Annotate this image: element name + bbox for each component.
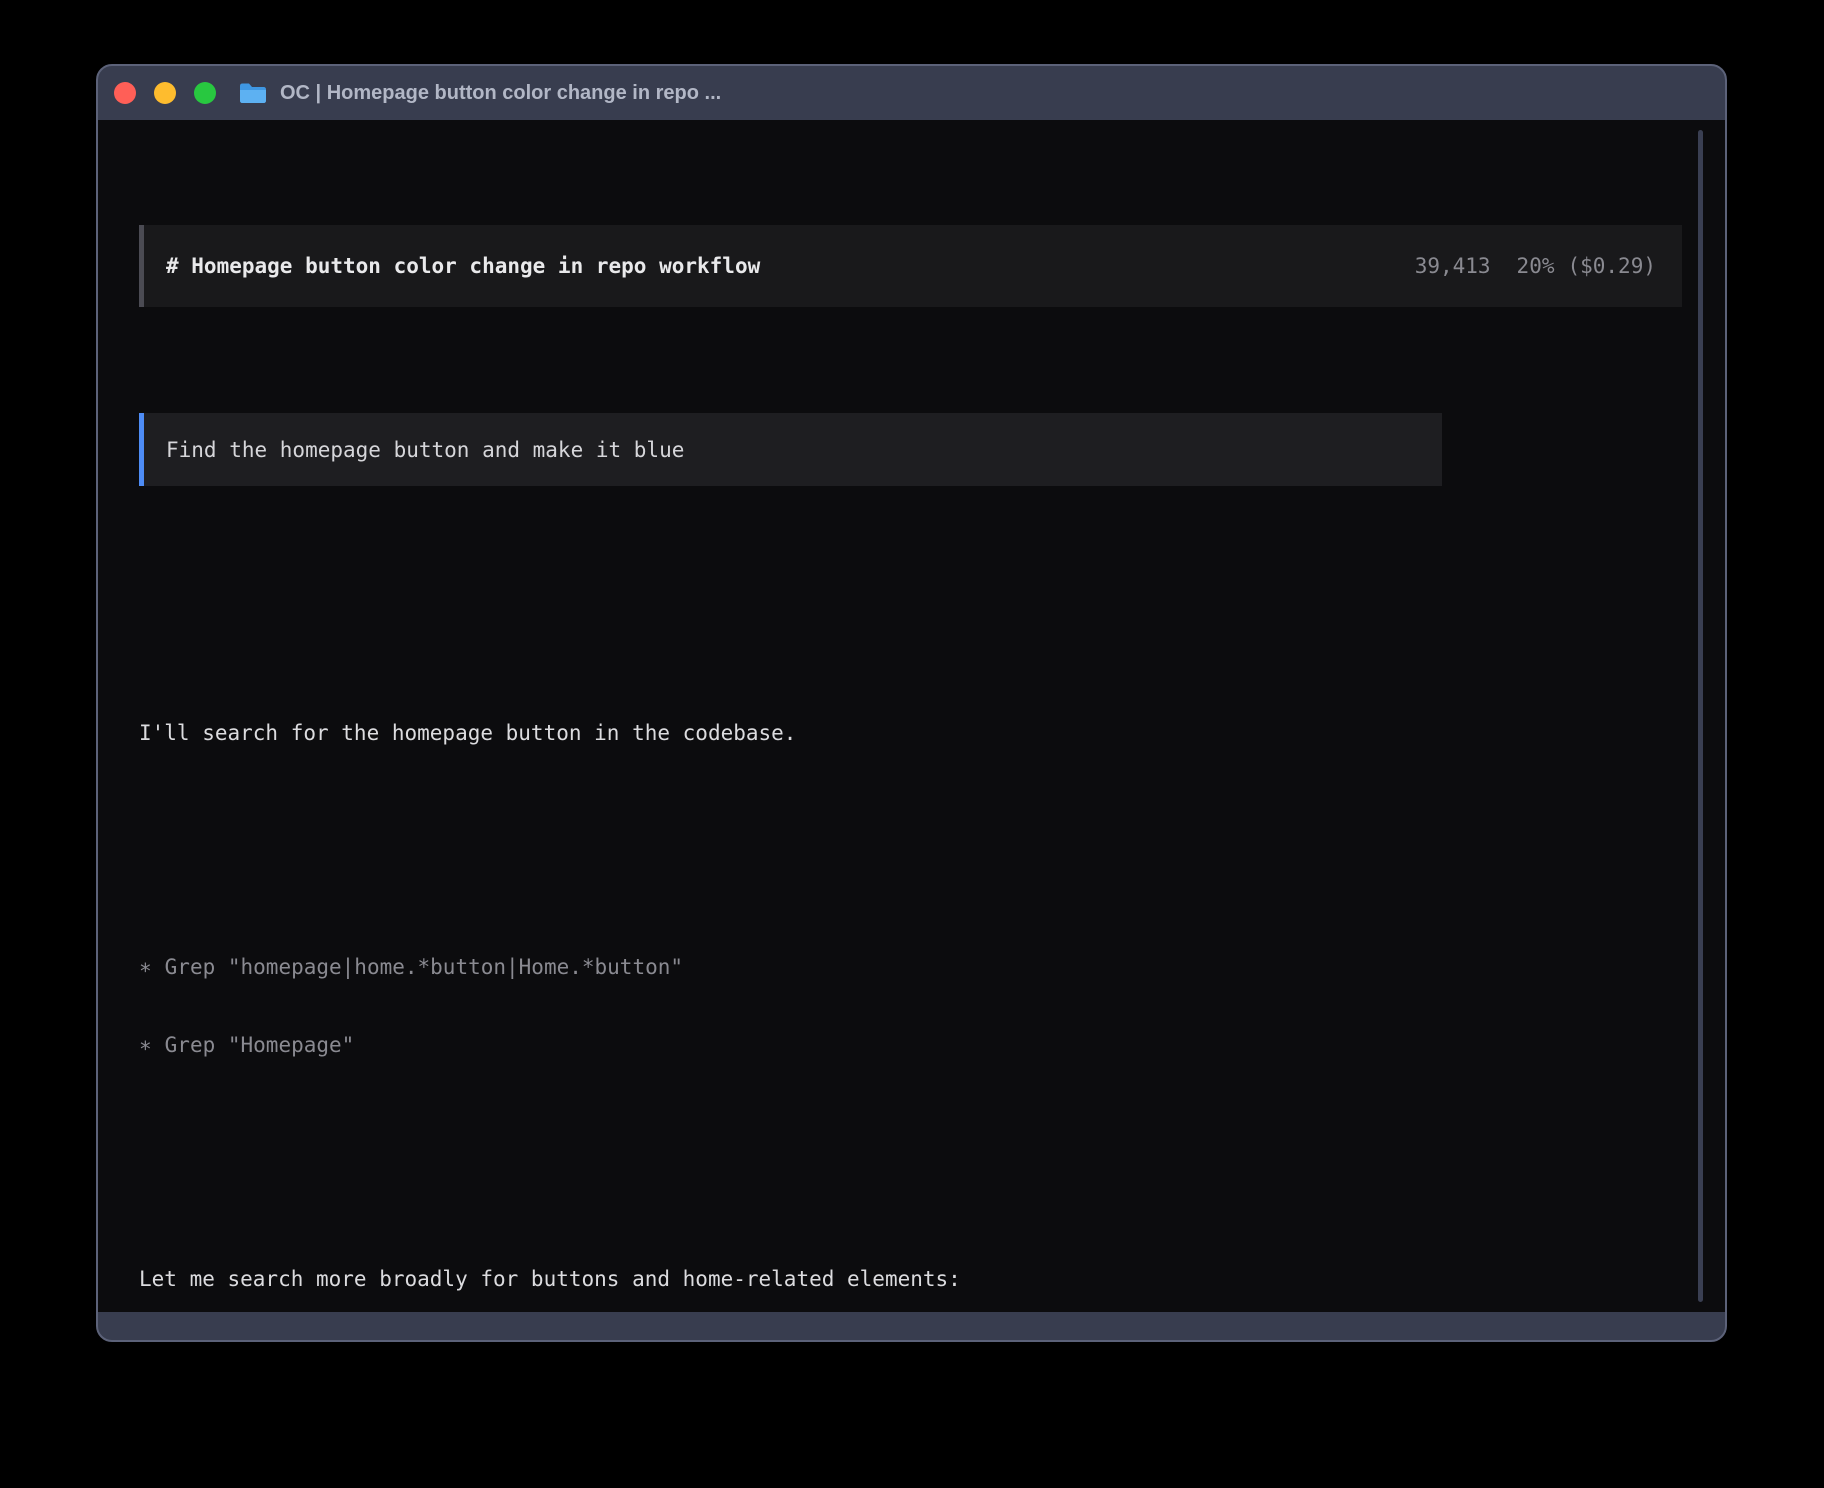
tool-call-line: ∗ Grep "Homepage" bbox=[139, 1032, 1725, 1058]
titlebar: OC | Homepage button color change in rep… bbox=[98, 66, 1725, 120]
assistant-text: Let me search more broadly for buttons a… bbox=[139, 1266, 1725, 1292]
terminal-window: OC | Homepage button color change in rep… bbox=[96, 64, 1727, 1342]
terminal-content: # Homepage button color change in repo w… bbox=[98, 120, 1725, 1312]
assistant-text: I'll search for the homepage button in t… bbox=[139, 720, 1725, 746]
session-header-panel: # Homepage button color change in repo w… bbox=[139, 225, 1682, 307]
transcript: I'll search for the homepage button in t… bbox=[139, 590, 1725, 1342]
window-controls bbox=[114, 82, 216, 104]
context-percent: 20% bbox=[1517, 253, 1555, 279]
user-message-panel: Find the homepage button and make it blu… bbox=[139, 413, 1442, 486]
tool-call-line: ∗ Grep "homepage|home.*button|Home.*butto… bbox=[139, 954, 1725, 980]
zoom-button[interactable] bbox=[194, 82, 216, 104]
session-title: # Homepage button color change in repo w… bbox=[166, 253, 760, 279]
close-button[interactable] bbox=[114, 82, 136, 104]
tool-call-text: Grep "Homepage" bbox=[165, 1033, 355, 1057]
tool-asterisk-icon: ∗ bbox=[139, 1032, 152, 1058]
tool-asterisk-icon: ∗ bbox=[139, 954, 152, 980]
minimize-button[interactable] bbox=[154, 82, 176, 104]
session-stats: 39,413 20% ($0.29) bbox=[1415, 253, 1656, 279]
token-count: 39,413 bbox=[1415, 253, 1491, 279]
session-cost: ($0.29) bbox=[1567, 253, 1656, 279]
window-title: OC | Homepage button color change in rep… bbox=[280, 82, 721, 105]
tool-call-text: Grep "homepage|home.*button|Home.*button… bbox=[165, 955, 683, 979]
scrollbar[interactable] bbox=[1698, 130, 1703, 1302]
folder-icon bbox=[238, 81, 268, 105]
user-message-text: Find the homepage button and make it blu… bbox=[166, 437, 684, 463]
